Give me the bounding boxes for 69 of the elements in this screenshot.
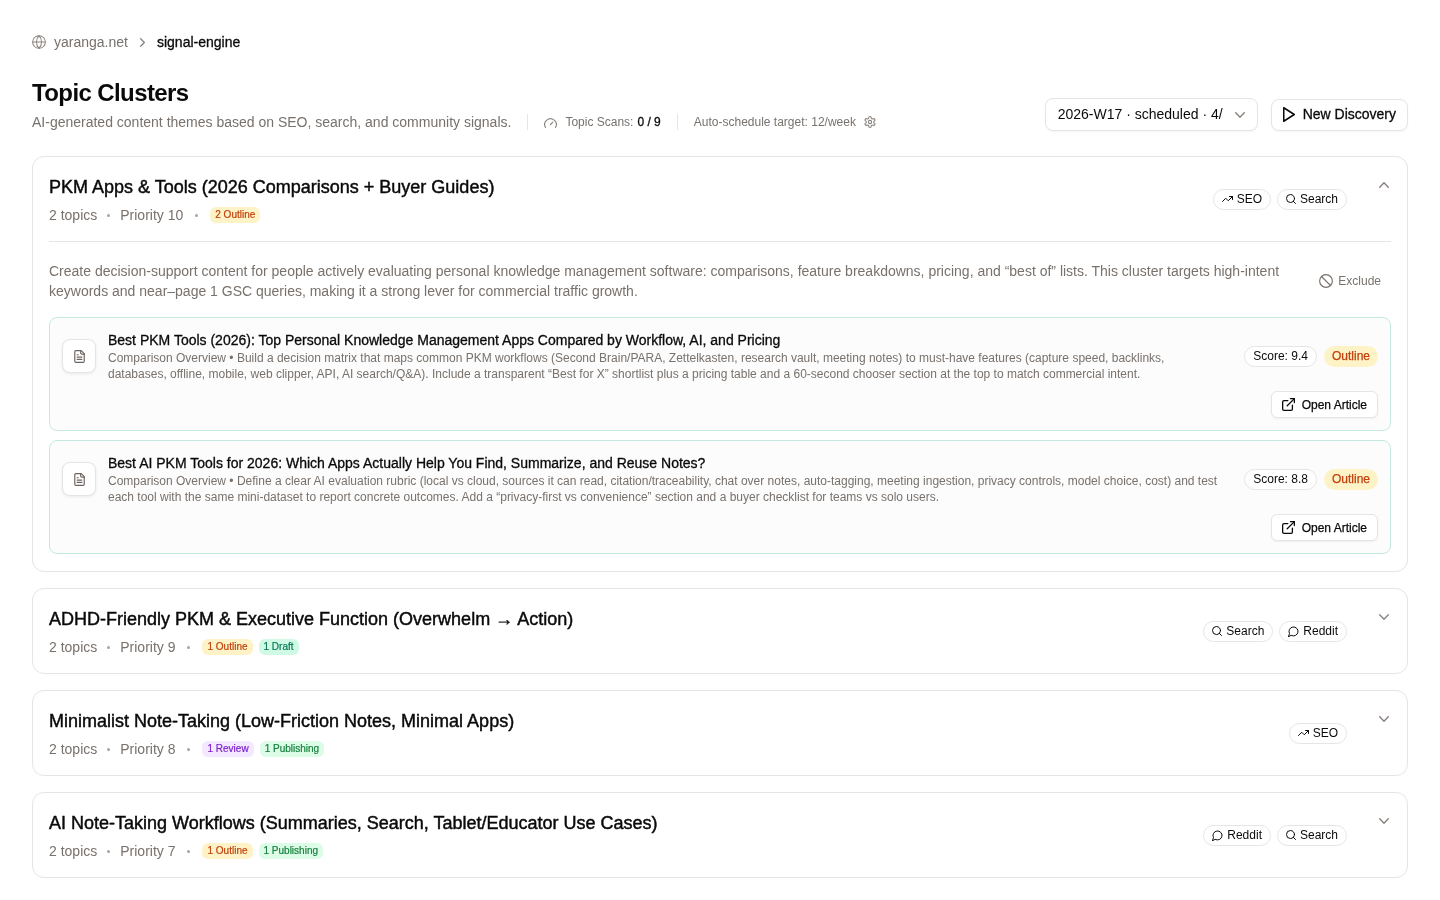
chevron-down-icon <box>1234 111 1245 118</box>
chevron-right-icon <box>139 37 145 47</box>
signal-chip: Reddit <box>1279 620 1347 642</box>
chevron-down-icon[interactable] <box>1379 818 1389 824</box>
signal-chip: Reddit <box>1203 824 1271 846</box>
search-icon <box>1212 626 1223 636</box>
topic-count: 2 topics <box>49 739 98 759</box>
external-link-icon <box>1281 398 1295 411</box>
priority-text: Priority 8 <box>120 739 176 759</box>
chat-bubble-icon <box>1212 829 1224 841</box>
page-title: Topic Clusters <box>32 78 190 108</box>
schedule-target-text: Auto-schedule target: 12/week <box>693 114 856 131</box>
search-icon <box>1285 830 1296 840</box>
signal-chip: Search <box>1276 188 1347 210</box>
cluster-title: Minimalist Note-Taking (Low-Friction Notes, Minimal Apps) <box>49 710 516 733</box>
week-select[interactable]: 2026-W17 · scheduled · 4/ <box>1044 98 1258 131</box>
document-icon <box>62 339 96 373</box>
gauge-icon <box>544 116 558 128</box>
settings-icon[interactable] <box>863 116 876 128</box>
globe-icon <box>32 35 46 49</box>
chevron-down-icon[interactable] <box>1379 614 1389 620</box>
status-badge: 1 Outline <box>202 843 253 859</box>
play-icon <box>1282 107 1295 122</box>
breadcrumb-current: signal-engine <box>156 33 241 52</box>
status-badge: 1 Outline <box>202 639 253 655</box>
chevron-up-icon[interactable] <box>1379 182 1389 188</box>
status-badge: 2 Outline <box>210 207 261 223</box>
priority-text: Priority 9 <box>120 637 176 657</box>
open-article-button[interactable]: Open Article <box>1270 514 1378 541</box>
article-summary: Comparison Overview • Define a clear AI evaluation rubric (local vs cloud, sources it can read, citation/traceability, chat over notes, auto-tagging, meeting ingestion, privacy controls, model choice, cost) and test each tool with the same mini-dataset to report concrete outcomes. Add a “privacy-first vs convenience” section and a buyer checklist for teams vs solo users. <box>108 473 1219 505</box>
new-discovery-button[interactable]: New Discovery <box>1270 98 1408 131</box>
status-badge: 1 Publishing <box>258 843 323 859</box>
cluster-description: Create decision-support content for people actively evaluating personal knowledge management software: comparisons, feature breakdowns, pricing, and “best of” lists. This cluster targets high-intent keywords and near–page 1 GSC queries, making it a strong lever for commercial traffic growth. <box>49 262 1281 301</box>
trend-up-icon <box>1221 196 1233 202</box>
signal-chip: SEO <box>1212 188 1271 210</box>
exclude-button[interactable]: Exclude <box>1319 272 1381 290</box>
status-badge: Outline <box>1323 345 1378 367</box>
document-icon <box>62 462 96 496</box>
signal-chip: Search <box>1276 824 1347 846</box>
score-chip: Score: 8.8 <box>1244 468 1317 490</box>
topic-count: 2 topics <box>49 637 98 657</box>
topic-count: 2 topics <box>49 205 98 225</box>
cluster-title: PKM Apps & Tools (2026 Comparisons + Buyer Guides) <box>49 176 496 199</box>
score-chip: Score: 9.4 <box>1244 345 1317 367</box>
topic-count: 2 topics <box>49 841 98 861</box>
trend-up-icon <box>1297 730 1309 736</box>
chat-bubble-icon <box>1288 625 1300 637</box>
status-badge: 1 Draft <box>258 639 299 655</box>
breadcrumb-link[interactable]: yaranga.net <box>54 32 128 52</box>
priority-text: Priority 10 <box>120 205 184 225</box>
scan-count-label: Topic Scans: <box>565 114 634 131</box>
search-icon <box>1285 194 1296 204</box>
open-article-button[interactable]: Open Article <box>1270 391 1378 418</box>
article-title: Best AI PKM Tools for 2026: Which Apps Actually Help You Find, Summarize, and Reuse Notes? <box>108 454 707 473</box>
page-subtitle: AI-generated content themes based on SEO, search, and community signals. <box>32 113 512 132</box>
article-summary: Comparison Overview • Build a decision matrix that maps common PKM workflows (Second Brain/PARA, Zettelkasten, research vault, meeting notes) to must-have features (capture speed, backlinks, databases, offline, mobile, web clipper, API, AI search/Q&A). Include a transparent “Best for X” shortlist plus a pricing table and a 60-second chooser section at the top to match commercial intent. <box>108 350 1166 382</box>
article-title: Best PKM Tools (2026): Top Personal Knowledge Management Apps Compared by Workflow, AI, and Pricing <box>108 331 782 350</box>
signal-chip: SEO <box>1288 722 1347 744</box>
ban-icon <box>1319 274 1334 288</box>
status-badge: Outline <box>1323 468 1378 490</box>
external-link-icon <box>1281 521 1295 534</box>
status-badge: 1 Review <box>202 741 254 757</box>
cluster-title: AI Note-Taking Workflows (Summaries, Search, Tablet/Educator Use Cases) <box>49 812 659 835</box>
signal-chip: Search <box>1203 620 1274 642</box>
scan-count-value: 0 / 9 <box>637 114 661 131</box>
chevron-down-icon[interactable] <box>1379 716 1389 722</box>
cluster-title: ADHD-Friendly PKM & Executive Function (Overwhelm → Action) <box>49 608 575 631</box>
status-badge: 1 Publishing <box>259 741 325 757</box>
priority-text: Priority 7 <box>120 841 176 861</box>
